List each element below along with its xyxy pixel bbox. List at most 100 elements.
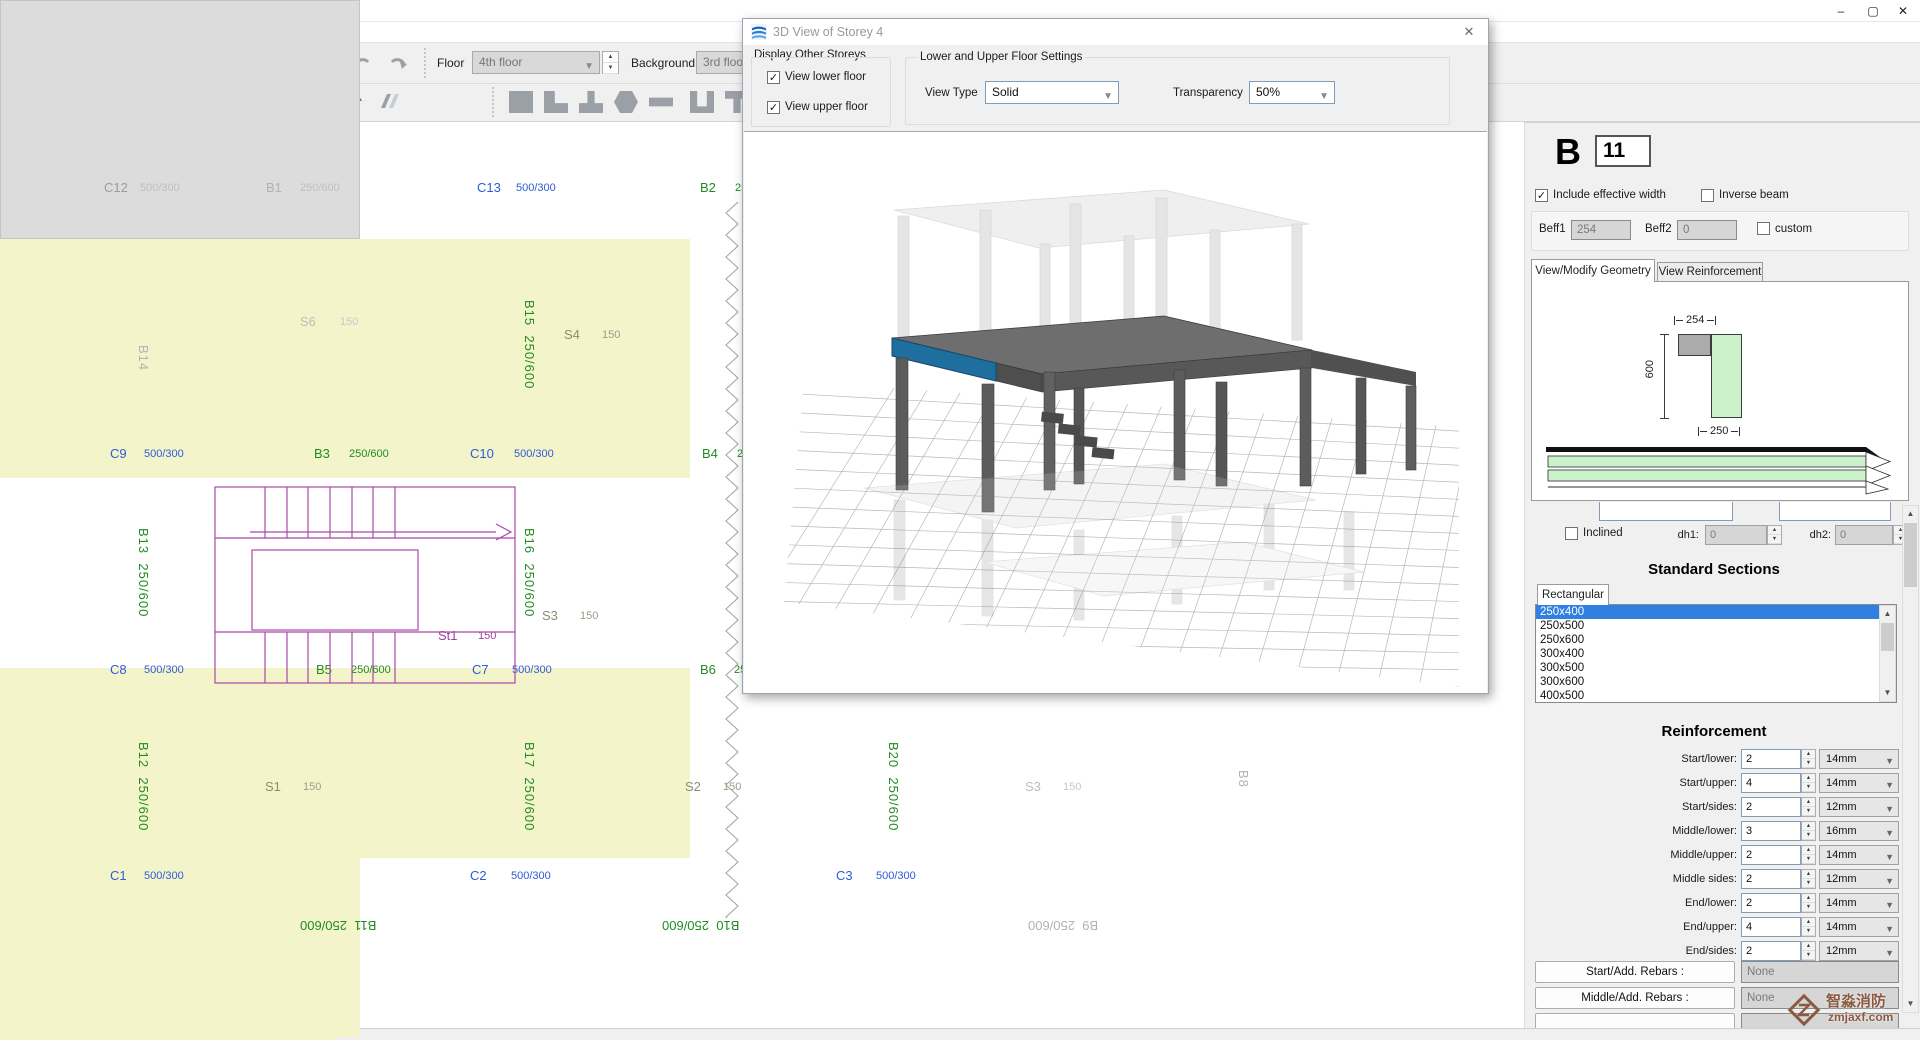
rebar-label: End/lower: [1525,897,1737,909]
view-upper-floor-checkbox[interactable]: ✓ [767,101,780,114]
section-item[interactable]: 250x400 [1536,605,1896,619]
clipped-input[interactable] [1779,502,1891,521]
section-item[interactable]: 250x600 [1536,633,1896,647]
add-rebars-button[interactable]: Middle/Add. Rebars : [1535,987,1735,1009]
dialog-3d-view: 3D View of Storey 4 ✕ Display Other Stor… [742,18,1489,694]
rebar-label: Start/lower: [1525,753,1737,765]
inclined-checkbox[interactable] [1565,527,1578,540]
section-item[interactable]: 250x500 [1536,619,1896,633]
tab-view-modify-geometry[interactable]: View/Modify Geometry [1531,259,1655,282]
chevron-down-icon: ▼ [1885,848,1894,866]
dh1-input[interactable]: 0 [1705,525,1767,545]
rebar-count-input[interactable]: 4 [1741,773,1801,793]
rebar-size-select[interactable]: 14mm▼ [1819,917,1899,937]
clipped-button[interactable] [1535,1013,1735,1028]
rebar-count-input[interactable]: 2 [1741,797,1801,817]
beff2-label: Beff2 [1645,223,1672,235]
dh2-input[interactable]: 0 [1835,525,1893,545]
rebar-count-input[interactable]: 2 [1741,893,1801,913]
rebar-count-stepper[interactable]: ▲▼ [1801,749,1816,769]
rebar-size-select[interactable]: 12mm▼ [1819,941,1899,961]
rebar-size-select[interactable]: 16mm▼ [1819,821,1899,841]
rebar-label: Middle/upper: [1525,849,1737,861]
plan-label: C1 [110,868,127,883]
rebar-count-stepper[interactable]: ▲▼ [1801,845,1816,865]
sections-scrollbar[interactable]: ▲ ▼ [1879,605,1896,702]
rebar-count-stepper[interactable]: ▲▼ [1801,773,1816,793]
slab[interactable] [0,239,690,478]
settings-group-label: Lower and Upper Floor Settings [917,51,1085,63]
chevron-down-icon: ▼ [1885,752,1894,770]
beff2-field[interactable]: 0 [1677,220,1737,240]
section-item[interactable]: 300x400 [1536,647,1896,661]
inverse-beam-checkbox[interactable] [1701,189,1714,202]
rebar-count-input[interactable]: 2 [1741,941,1801,961]
add-rebars-button[interactable]: Start/Add. Rebars : [1535,961,1735,983]
close-button[interactable]: ✕ [1888,0,1918,22]
transparency-select[interactable]: 50%▼ [1249,81,1335,104]
minimize-button[interactable]: – [1826,0,1856,22]
rebar-count-stepper[interactable]: ▲▼ [1801,893,1816,913]
plan-label: 250/600 [300,182,340,194]
dialog-title-bar[interactable]: 3D View of Storey 4 ✕ [743,19,1488,45]
rebar-size-select[interactable]: 14mm▼ [1819,845,1899,865]
add-rebars-value[interactable]: None [1741,961,1899,983]
tab-rectangular[interactable]: Rectangular [1537,584,1609,605]
view-type-select[interactable]: Solid▼ [985,81,1119,104]
view-type-label: View Type [925,87,978,99]
include-effective-width-checkbox[interactable]: ✓ [1535,189,1548,202]
scroll-up-icon[interactable]: ▲ [1903,506,1918,522]
beff1-label: Beff1 [1539,223,1566,235]
sections-listbox: 250x400250x500250x600300x400300x500300x6… [1535,604,1897,703]
clipped-input[interactable] [1599,502,1733,521]
section-item[interactable]: 300x600 [1536,675,1896,689]
rebar-size-select[interactable]: 14mm▼ [1819,893,1899,913]
plan-label: C10 [470,446,494,461]
rebar-count-input[interactable]: 2 [1741,749,1801,769]
plan-label-rotated: B11 250/600 [300,918,376,933]
standard-sections-title: Standard Sections [1525,561,1903,578]
view-lower-floor-checkbox[interactable]: ✓ [767,71,780,84]
tab-view-reinforcement[interactable]: View Reinforcement [1657,262,1763,282]
rebar-size-select[interactable]: 14mm▼ [1819,773,1899,793]
rebar-label: End/upper: [1525,921,1737,933]
rebar-size-select[interactable]: 12mm▼ [1819,797,1899,817]
rebar-label: Start/sides: [1525,801,1737,813]
rebar-count-stepper[interactable]: ▲▼ [1801,869,1816,889]
plan-label-rotated: B8 [1236,770,1251,788]
scroll-up-icon[interactable]: ▲ [1880,606,1895,622]
rebar-size-select[interactable]: 14mm▼ [1819,749,1899,769]
dialog-close-icon[interactable]: ✕ [1458,23,1480,41]
slab[interactable] [0,668,690,858]
plan-label-rotated: B15 250/600 [522,300,537,389]
rebar-count-input[interactable]: 3 [1741,821,1801,841]
display-group-box [751,57,891,127]
rebar-size-select[interactable]: 12mm▼ [1819,869,1899,889]
rebar-count-input[interactable]: 4 [1741,917,1801,937]
rebar-count-stepper[interactable]: ▲▼ [1801,821,1816,841]
plan-label: 150 [1063,781,1081,793]
rebar-count-input[interactable]: 2 [1741,869,1801,889]
panel-scrollbar[interactable]: ▲ ▼ [1902,505,1919,1013]
plan-label: 500/300 [876,870,916,882]
rebar-count-input[interactable]: 2 [1741,845,1801,865]
maximize-button[interactable]: ▢ [1858,0,1888,22]
beff1-field[interactable]: 254 [1571,220,1631,240]
section-item[interactable]: 300x500 [1536,661,1896,675]
chevron-down-icon: ▼ [1885,800,1894,818]
rebar-count-stepper[interactable]: ▲▼ [1801,941,1816,961]
rebar-count-stepper[interactable]: ▲▼ [1801,797,1816,817]
dialog-icon [751,24,767,40]
slab[interactable] [0,0,360,239]
scroll-down-icon[interactable]: ▼ [1880,685,1895,701]
custom-checkbox[interactable] [1757,222,1770,235]
section-item[interactable]: 400x500 [1536,689,1896,703]
staircase-drawing[interactable] [210,482,530,692]
rebar-count-stepper[interactable]: ▲▼ [1801,917,1816,937]
3d-viewport[interactable] [744,131,1487,693]
slab[interactable] [0,858,360,1037]
plan-label: B2 [700,180,716,195]
plan-label: 250/600 [349,448,389,460]
beam-number-input[interactable]: 11 [1595,135,1651,167]
chevron-down-icon: ▼ [1319,86,1329,107]
